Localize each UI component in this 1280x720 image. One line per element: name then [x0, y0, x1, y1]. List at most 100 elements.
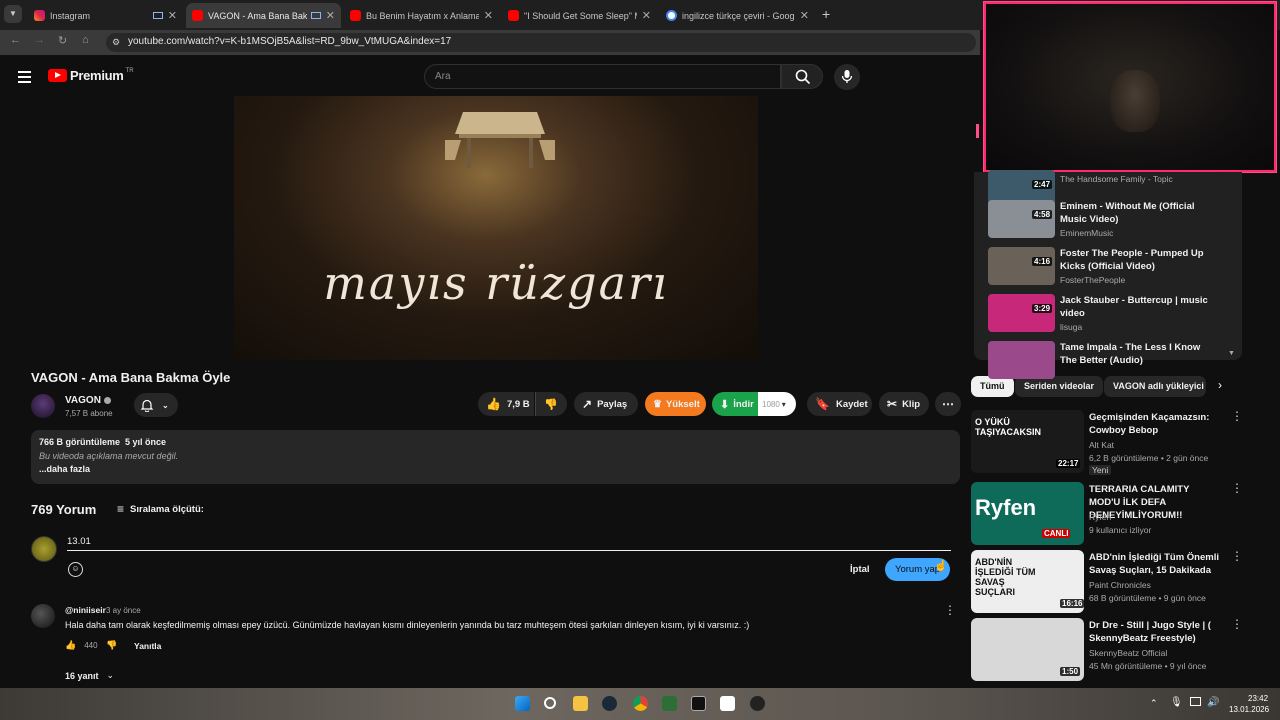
comment-more-icon[interactable]: ⋮ [944, 603, 956, 617]
recommendation-more-icon[interactable]: ⋮ [1231, 550, 1243, 566]
voice-search-button[interactable] [834, 64, 860, 90]
comment-input[interactable]: 13.01 [67, 536, 91, 547]
recommendation-title[interactable]: Geçmişinden Kaçamazsın: Cowboy Bebop [1089, 411, 1219, 437]
forward-icon[interactable]: → [34, 34, 45, 46]
comment-text: Hala daha tam olarak keşfedilmemiş olmas… [65, 620, 750, 630]
upgrade-button[interactable]: ♛ Yükselt [645, 392, 706, 416]
recommendation-more-icon[interactable]: ⋮ [1231, 618, 1243, 634]
youtube-favicon-icon [508, 10, 519, 21]
youtube-premium-logo[interactable]: Premium TR [48, 68, 134, 83]
playlist-thumbnail[interactable] [988, 247, 1055, 285]
playlist-item-title[interactable]: Eminem - Without Me (Official Music Vide… [1060, 200, 1210, 226]
browser-tab-vagon[interactable]: VAGON - Ama Bana Bakma ✕ [186, 3, 341, 28]
recommendation-channel[interactable]: Paint Chronicles [1089, 580, 1151, 590]
home-icon[interactable]: ⌂ [82, 34, 89, 46]
browser-tab-sleep[interactable]: "I Should Get Some Sleep" Me ✕ [502, 3, 657, 28]
search-icon [795, 69, 811, 85]
url-field[interactable]: youtube.com/watch?v=K-b1MSOjB5A&list=RD_… [106, 33, 976, 52]
channel-name[interactable]: VAGON [65, 395, 101, 406]
cancel-comment-button[interactable]: İptal [850, 564, 870, 575]
recommendation-channel[interactable]: SkennyBeatz Official [1089, 648, 1167, 658]
recommendation-meta: 6,2 B görüntüleme • 2 gün önce [1089, 453, 1209, 463]
bell-icon [140, 399, 154, 412]
dislike-button[interactable]: 👎 [535, 392, 567, 416]
recommendation-more-icon[interactable]: ⋮ [1231, 482, 1243, 498]
tray-chevron-up-icon[interactable]: ⌃ [1150, 698, 1158, 709]
chips-next-icon[interactable]: › [1218, 378, 1222, 392]
share-button[interactable]: ↗ Paylaş [574, 392, 638, 416]
steam-icon[interactable] [602, 696, 617, 711]
tray-display-icon[interactable] [1190, 697, 1201, 706]
new-tab-button[interactable]: + [822, 6, 830, 22]
microphone-icon [841, 70, 853, 83]
windows-start-icon[interactable] [515, 696, 530, 711]
view-replies-button[interactable]: 16 yanıt ⌄ [65, 670, 114, 681]
playlist-thumbnail[interactable] [988, 294, 1055, 332]
download-button[interactable]: ⬇ İndir [712, 392, 758, 416]
tray-mic-icon[interactable]: 🎙 [1170, 697, 1183, 708]
close-tab-icon[interactable]: ✕ [484, 9, 493, 22]
recommendation-title[interactable]: Dr Dre - Still | Jugo Style | ( SkennyBe… [1089, 619, 1219, 645]
emoji-picker-icon[interactable]: ☺ [68, 562, 83, 577]
chip-uploader[interactable]: VAGON adlı yükleyici [1104, 376, 1206, 397]
playlist-item-title[interactable]: Jack Stauber - Buttercup | music video [1060, 294, 1210, 320]
obs-icon[interactable] [750, 696, 765, 711]
comment-reply-button[interactable]: Yanıtla [134, 641, 161, 651]
chevron-down-icon: ⌄ [162, 400, 169, 410]
commenter-avatar[interactable] [31, 604, 55, 628]
channel-avatar[interactable] [31, 394, 55, 418]
menu-icon[interactable] [16, 70, 32, 84]
tray-volume-icon[interactable]: 🔊 [1207, 697, 1219, 708]
site-info-icon[interactable]: ⚙ [112, 37, 120, 48]
app-launcher-icon[interactable] [662, 696, 677, 711]
comment-input-underline [67, 550, 951, 551]
recommendation-title[interactable]: ABD'nin İşlediği Tüm Önemli Savaş Suçlar… [1089, 551, 1219, 577]
browser-tab-bu-benim-hayatim[interactable]: Bu Benim Hayatım x Anlamazdı ✕ [344, 3, 499, 28]
capcut-icon[interactable] [720, 696, 735, 711]
sort-comments-button[interactable]: ≡ Sıralama ölçütü: [117, 502, 204, 516]
playlist-scroll-down-icon[interactable]: ▼ [1228, 350, 1235, 357]
playlist-thumbnail[interactable] [988, 200, 1055, 238]
clip-button[interactable]: ✂ Klip [879, 392, 929, 416]
subscribe-bell-button[interactable]: ⌄ [134, 393, 178, 417]
youtube-favicon-icon [350, 10, 361, 21]
file-explorer-icon[interactable] [573, 696, 588, 711]
taskbar-search-icon[interactable] [544, 697, 556, 709]
recommendation-channel[interactable]: Alt Kat [1089, 440, 1114, 450]
close-tab-icon[interactable]: ✕ [800, 9, 809, 22]
close-tab-icon[interactable]: ✕ [168, 9, 177, 22]
playlist-item-title[interactable]: Foster The People - Pumped Up Kicks (Off… [1060, 247, 1210, 273]
taskbar-time[interactable]: 23:42 [1248, 694, 1268, 703]
more-actions-button[interactable]: ⋯ [935, 392, 961, 416]
video-player[interactable]: mayıs rüzgarı [234, 96, 758, 360]
show-more-link[interactable]: ...daha fazla [39, 464, 90, 474]
recommendation-channel[interactable]: Ryfen [1089, 512, 1111, 522]
thumbnail-text: O YÜKÜ TAŞIYACAKSIN [975, 417, 1042, 437]
back-icon[interactable]: ← [10, 34, 21, 46]
comment-time: 3 ay önce [106, 606, 141, 615]
comment-dislike-button[interactable]: 👎 [106, 640, 117, 651]
save-button[interactable]: 🔖 Kaydet [807, 392, 872, 416]
search-input[interactable]: Ara [424, 64, 781, 89]
playlist-thumbnail[interactable] [988, 341, 1055, 379]
description-stats: 766 B görüntüleme 5 yıl önce [39, 437, 167, 447]
search-button[interactable] [781, 64, 823, 89]
chip-all[interactable]: Tümü [971, 376, 1014, 397]
comment-like-button[interactable]: 👍 440 [65, 640, 98, 651]
chrome-icon[interactable] [633, 696, 648, 711]
recommendation-more-icon[interactable]: ⋮ [1231, 410, 1243, 426]
tab-search-button[interactable]: ▼ [4, 5, 22, 23]
playlist-item-title[interactable]: Tame Impala - The Less I Know The Better… [1060, 341, 1210, 367]
close-tab-icon[interactable]: ✕ [642, 9, 651, 22]
comment-author[interactable]: @niniiseir [65, 605, 106, 615]
quality-select[interactable]: 1080 ▾ [758, 392, 796, 416]
close-tab-icon[interactable]: ✕ [326, 9, 335, 22]
chip-series[interactable]: Seriden videolar [1015, 376, 1104, 397]
reload-icon[interactable]: ↻ [58, 34, 67, 47]
verified-icon [104, 397, 111, 404]
epic-games-icon[interactable] [691, 696, 706, 711]
like-button[interactable]: 👍 7,9 B [478, 392, 534, 416]
browser-tab-instagram[interactable]: Instagram ✕ [28, 3, 183, 28]
taskbar-date[interactable]: 13.01.2026 [1229, 705, 1269, 714]
browser-tab-google[interactable]: ingilizce türkçe çeviri - Google ✕ [660, 3, 815, 28]
